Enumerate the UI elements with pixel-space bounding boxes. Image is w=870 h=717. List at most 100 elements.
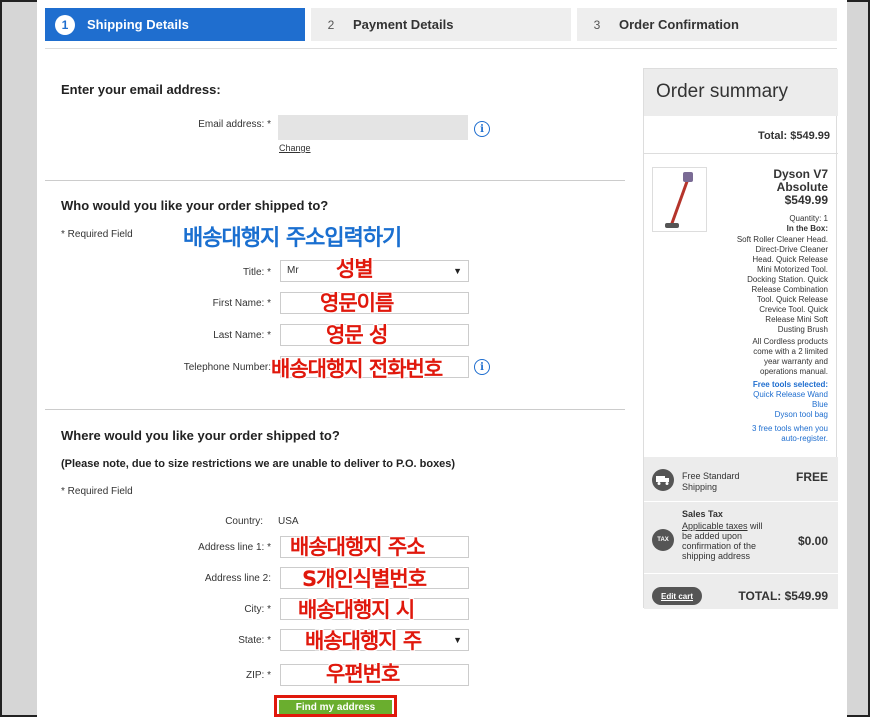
truck-icon [652,469,674,491]
city-label: City: * [244,604,271,615]
annotation-city: 배송대행지 시 [298,598,415,622]
first-name-label: First Name: * [212,298,271,309]
register-line: auto-register. [781,434,828,443]
divider [644,573,838,574]
order-summary-title: Order summary [656,81,788,102]
warranty-line: All Cordless products [752,337,828,346]
sales-tax-value: $0.00 [797,534,828,548]
step-number: 3 [593,17,601,32]
info-icon[interactable]: i [474,359,490,375]
required-field-note: * Required Field [61,486,133,497]
step-shipping-details[interactable]: 1 Shipping Details [45,8,305,41]
product-quantity: Quantity: 1 [789,214,828,223]
product-name: Absolute [776,180,828,194]
annotation-state: 배송대행지 주 [305,629,422,653]
annotation-gender: 성별 [336,257,374,281]
in-box-line: Direct-Drive Cleaner [755,245,828,254]
title-select-value: Mr [287,265,299,276]
free-tools-label: Free tools selected: [752,380,828,389]
find-address-button[interactable]: Find my address [279,700,392,714]
free-tool-item: Blue [811,400,828,409]
in-box-label: In the Box: [786,224,828,233]
applicable-taxes-link[interactable]: Applicable taxes [682,521,748,531]
state-label: State: * [238,635,271,646]
po-box-note: (Please note, due to size restrictions w… [61,458,456,470]
warranty-line: operations manual. [759,367,828,376]
in-box-line: Crevice Tool. Quick [759,305,828,314]
order-summary: Order summary Total: $549.99 Dyson V7 Ab… [643,68,838,609]
annotation-first-name: 영문이름 [320,291,394,315]
step-payment-details[interactable]: 2 Payment Details [311,8,571,41]
vacuum-icon [665,172,693,228]
tax-note-line: confirmation of the [682,541,757,551]
free-tool-item: Quick Release Wand [753,390,828,399]
tax-note-line: will [747,521,763,531]
address-section-title: Where would you like your order shipped … [61,428,340,443]
in-box-line: Head. Quick Release [752,255,828,264]
tax-note-line: be added upon [682,531,743,541]
in-box-line: Docking Station. Quick [747,275,828,284]
step-order-confirmation[interactable]: 3 Order Confirmation [577,8,837,41]
in-box-line: Release Combination [751,285,829,294]
divider [45,409,625,410]
edit-cart-button[interactable]: Edit cart [652,587,702,605]
email-field[interactable] [278,115,468,140]
step-label: Payment Details [353,17,454,32]
divider [45,180,625,181]
divider [644,501,838,502]
chevron-down-icon: ▼ [453,635,462,645]
register-line: 3 free tools when you [751,424,828,433]
in-box-line: Release Mini Soft [765,315,828,324]
summary-grand-total: TOTAL: $549.99 [738,589,828,603]
email-section-title: Enter your email address: [61,82,221,97]
free-tool-item: Dyson tool bag [774,410,828,419]
address-line2-label: Address line 2: [204,573,271,584]
title-select[interactable]: Mr ▼ [280,260,469,282]
step-number: 2 [327,17,335,32]
find-address-highlight: Find my address [274,695,397,717]
summary-total: Total: $549.99 [758,130,830,142]
auto-register-note[interactable]: 3 free tools when you auto-register. [752,424,828,444]
change-email-link[interactable]: Change [279,143,311,153]
email-label: Email address: * [198,119,271,130]
in-box-list: Soft Roller Cleaner Head. Direct-Drive C… [737,235,828,335]
sales-tax-title: Sales Tax [682,509,723,519]
annotation-address1: 배송대행지 주소 [290,535,426,559]
warranty-line: come with a 2 limited [753,347,828,356]
required-field-note: * Required Field [61,229,133,240]
zip-label: ZIP: * [245,670,271,681]
tax-note-line: shipping address [682,551,751,561]
order-summary-header: Order summary [644,69,838,116]
chevron-down-icon: ▼ [453,266,462,276]
shipping-cost: FREE [795,470,828,484]
country-value: USA [278,516,299,527]
step-number: 1 [55,14,75,35]
country-label: Country: [225,516,263,527]
checkout-steps: 1 Shipping Details 2 Payment Details 3 O… [45,8,837,41]
free-tools-list[interactable]: Quick Release Wand Blue Dyson tool bag [753,390,828,420]
warranty-line: year warranty and [763,357,828,366]
shipping-name-section-title: Who would you like your order shipped to… [61,198,329,213]
last-name-label: Last Name: * [213,330,271,341]
product-price: $549.99 [784,193,828,207]
title-label: Title: * [243,267,271,278]
annotation-last-name: 영문 성 [326,323,388,347]
step-label: Shipping Details [87,17,189,32]
in-box-line: Mini Motorized Tool. [757,265,828,274]
address-line1-label: Address line 1: * [198,542,271,553]
step-label: Order Confirmation [619,17,739,32]
checkout-page: 1 Shipping Details 2 Payment Details 3 O… [37,0,847,717]
annotation-shipping-header: 배송대행지 주소입력하기 [183,226,402,251]
sales-tax-note: Applicable taxes will be added upon conf… [682,521,763,561]
in-box-line: Tool. Quick Release [756,295,828,304]
tax-icon: TAX [652,529,674,551]
annotation-address2: S개인식별번호 [302,567,427,591]
info-icon[interactable]: i [474,121,490,137]
annotation-phone: 배송대행지 전화번호 [271,357,443,381]
annotation-zip: 우편번호 [326,662,400,686]
telephone-label: Telephone Number: [183,362,271,373]
shipping-method-line: Shipping [682,482,718,492]
product-name: Dyson V7 [773,167,828,181]
divider [45,48,837,49]
shipping-method: Free Standard Shipping [682,471,740,493]
